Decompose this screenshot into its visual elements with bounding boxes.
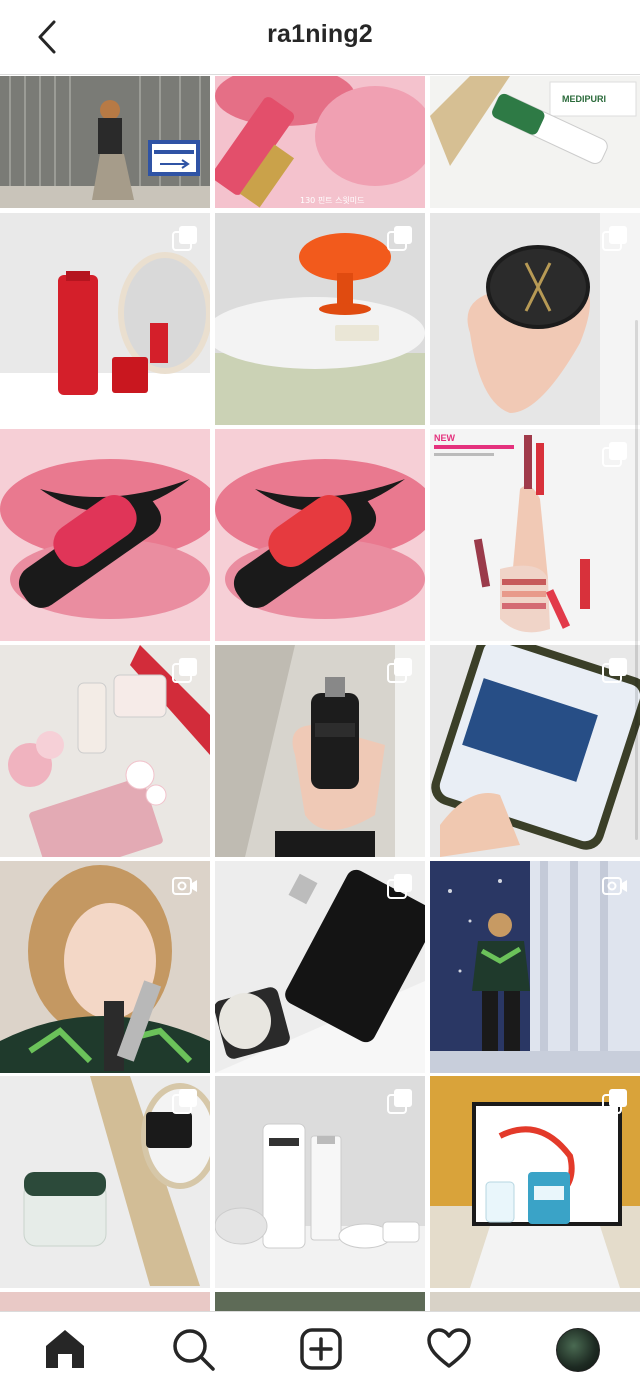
post-tile[interactable] bbox=[0, 1076, 210, 1288]
posts-grid: 130 핀트 스윗미드 MEDIPURI NEW bbox=[0, 76, 640, 1311]
nav-search-button[interactable] bbox=[170, 1326, 216, 1372]
nav-profile-avatar[interactable] bbox=[556, 1328, 600, 1372]
post-tile[interactable] bbox=[430, 1076, 640, 1288]
carousel-badge bbox=[172, 225, 198, 251]
home-icon bbox=[46, 1330, 84, 1368]
post-tile[interactable] bbox=[215, 645, 425, 857]
carousel-icon bbox=[602, 226, 627, 251]
carousel-icon bbox=[387, 226, 412, 251]
post-tile[interactable] bbox=[430, 1292, 640, 1311]
carousel-badge bbox=[387, 1088, 413, 1114]
post-tile[interactable] bbox=[0, 429, 210, 641]
carousel-icon bbox=[172, 1089, 197, 1114]
carousel-badge bbox=[602, 225, 628, 251]
video-badge bbox=[172, 873, 198, 899]
activity-heart-icon bbox=[427, 1328, 471, 1368]
bottom-navigation bbox=[0, 1311, 640, 1386]
post-corner-text: NEW bbox=[434, 433, 456, 443]
carousel-badge bbox=[387, 873, 413, 899]
carousel-icon bbox=[602, 1089, 627, 1114]
search-icon bbox=[173, 1329, 215, 1371]
carousel-icon bbox=[172, 658, 197, 683]
post-tile[interactable] bbox=[0, 645, 210, 857]
nav-home-button[interactable] bbox=[42, 1326, 88, 1372]
video-badge bbox=[602, 873, 628, 899]
post-tile[interactable] bbox=[430, 861, 640, 1073]
carousel-icon bbox=[172, 226, 197, 251]
scrollbar-thumb[interactable] bbox=[635, 320, 638, 840]
post-tile[interactable] bbox=[430, 213, 640, 425]
carousel-icon bbox=[602, 442, 627, 467]
carousel-icon bbox=[387, 874, 412, 899]
post-tile[interactable] bbox=[215, 1292, 425, 1311]
post-tile[interactable]: NEW bbox=[430, 429, 640, 641]
carousel-badge bbox=[602, 441, 628, 467]
header-bar: ra1ning2 bbox=[0, 0, 640, 75]
profile-username-title: ra1ning2 bbox=[267, 20, 373, 48]
post-tile[interactable] bbox=[215, 861, 425, 1073]
post-tile[interactable] bbox=[215, 1076, 425, 1288]
video-icon bbox=[172, 877, 197, 895]
post-tile[interactable] bbox=[215, 213, 425, 425]
new-post-icon bbox=[300, 1328, 342, 1370]
carousel-icon bbox=[602, 658, 627, 683]
post-tile[interactable] bbox=[215, 429, 425, 641]
post-tile[interactable] bbox=[0, 1292, 210, 1311]
carousel-badge bbox=[602, 657, 628, 683]
post-tile[interactable] bbox=[0, 213, 210, 425]
post-tile[interactable]: MEDIPURI bbox=[430, 76, 640, 208]
nav-activity-button[interactable] bbox=[426, 1326, 472, 1372]
post-caption: 130 핀트 스윗미드 bbox=[300, 196, 365, 205]
carousel-badge bbox=[602, 1088, 628, 1114]
video-icon bbox=[602, 877, 627, 895]
carousel-badge bbox=[387, 657, 413, 683]
carousel-badge bbox=[387, 225, 413, 251]
carousel-icon bbox=[387, 658, 412, 683]
carousel-icon bbox=[387, 1089, 412, 1114]
brand-label: MEDIPURI bbox=[562, 94, 606, 104]
post-tile[interactable] bbox=[0, 76, 210, 208]
post-tile[interactable] bbox=[0, 861, 210, 1073]
post-tile[interactable]: 130 핀트 스윗미드 bbox=[215, 76, 425, 208]
carousel-badge bbox=[172, 1088, 198, 1114]
carousel-badge bbox=[172, 657, 198, 683]
nav-new-post-button[interactable] bbox=[298, 1326, 344, 1372]
post-tile[interactable] bbox=[430, 645, 640, 857]
